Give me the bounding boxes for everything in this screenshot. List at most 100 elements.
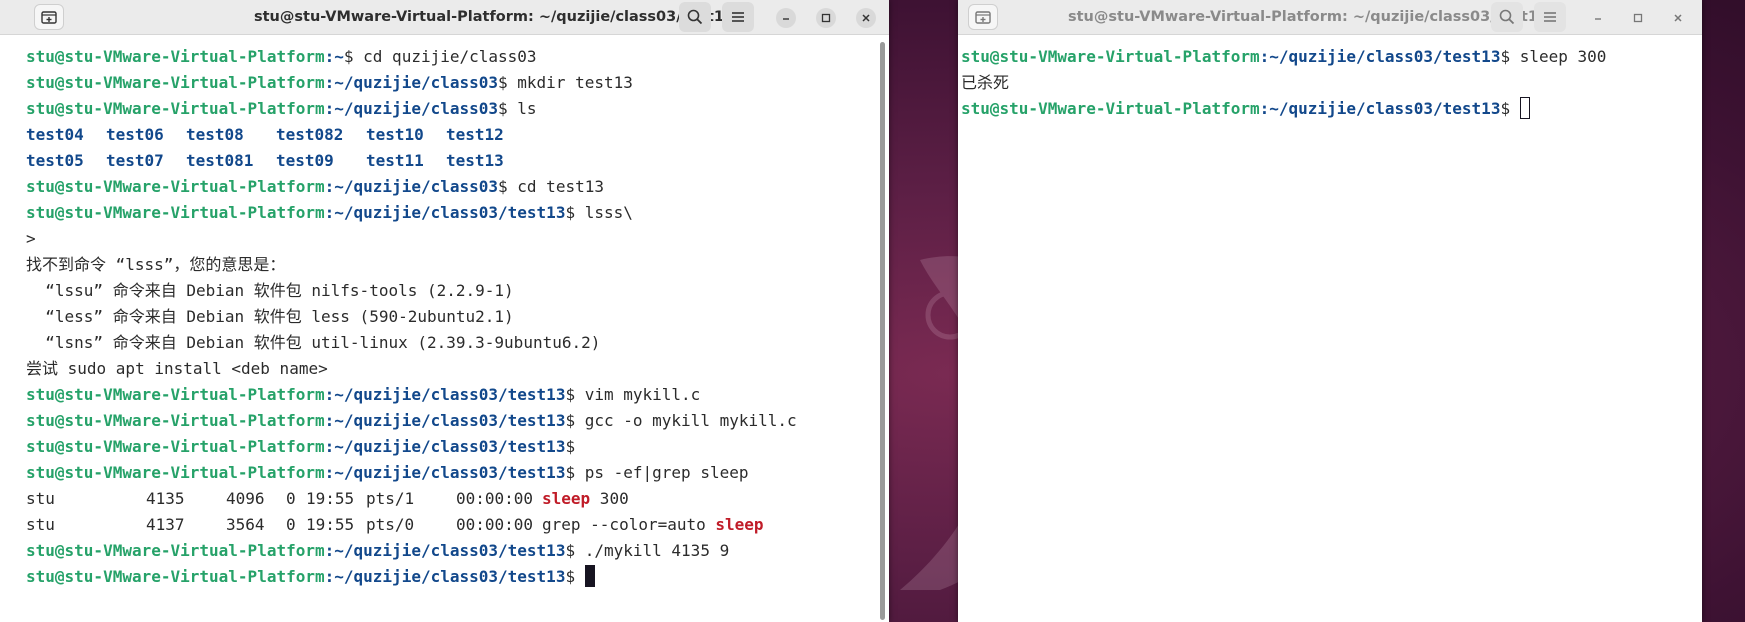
ps-pid: 4137 — [146, 515, 185, 534]
output-text: 已杀死 — [961, 73, 1010, 92]
command-text: $ sleep 300 — [1500, 47, 1607, 66]
close-button[interactable] — [856, 8, 876, 28]
prompt-path: :~/quzijie/class03/test13 — [324, 411, 566, 430]
command-text: $ cd quzijie/class03 — [343, 47, 537, 66]
ps-pid: 4135 — [146, 489, 185, 508]
minimize-button[interactable] — [1588, 8, 1608, 28]
directory-entry: test10 — [366, 125, 424, 144]
terminal-line: stu@stu-VMware-Virtual-Platform:~/quziji… — [26, 460, 889, 486]
prompt-user: stu@stu-VMware-Virtual-Platform — [961, 47, 1260, 66]
prompt-user: stu@stu-VMware-Virtual-Platform — [26, 99, 325, 118]
ps-time: 00:00:00 — [456, 515, 534, 534]
prompt-path: :~/quzijie/class03/test13 — [324, 567, 566, 586]
command-text: $ vim mykill.c — [565, 385, 701, 404]
prompt-user: stu@stu-VMware-Virtual-Platform — [26, 463, 325, 482]
maximize-button[interactable] — [1628, 8, 1648, 28]
window-title: stu@stu-VMware-Virtual-Platform: ~/quzij… — [1068, 9, 1549, 25]
output-text: “lssu” 命令来自 Debian 软件包 nilfs-tools (2.2.… — [26, 281, 514, 300]
directory-entry: test04 — [26, 125, 84, 144]
terminal-line: stu@stu-VMware-Virtual-Platform:~/quziji… — [26, 70, 889, 96]
command-text: $ lsss\ — [565, 203, 633, 222]
prompt-path: :~/quzijie/class03/test13 — [324, 385, 566, 404]
ls-output-row: test04 test06 test08 test082 test10 test… — [26, 122, 889, 148]
search-button[interactable] — [1491, 2, 1523, 32]
prompt-path: :~/quzijie/class03/test13 — [1259, 47, 1501, 66]
terminal-output[interactable]: stu@stu-VMware-Virtual-Platform:~$ cd qu… — [0, 36, 889, 622]
terminal-line: stu@stu-VMware-Virtual-Platform:~/quziji… — [26, 434, 889, 460]
ps-cmd-prefix: grep --color=auto — [542, 515, 716, 534]
output-text: “less” 命令来自 Debian 软件包 less (590-2ubuntu… — [26, 307, 514, 326]
ps-cpu: 0 — [286, 515, 296, 534]
ps-user: stu — [26, 515, 55, 534]
terminal-line: stu@stu-VMware-Virtual-Platform:~/quziji… — [26, 96, 889, 122]
search-icon — [1499, 9, 1515, 25]
terminal-output[interactable]: stu@stu-VMware-Virtual-Platform:~/quziji… — [958, 36, 1702, 622]
close-button[interactable] — [1668, 8, 1688, 28]
ps-ppid: 4096 — [226, 489, 265, 508]
ps-user: stu — [26, 489, 55, 508]
close-icon — [1674, 14, 1682, 22]
hamburger-menu-icon — [732, 12, 744, 22]
prompt-user: stu@stu-VMware-Virtual-Platform — [26, 177, 325, 196]
terminal-line: stu@stu-VMware-Virtual-Platform:~/quziji… — [26, 200, 889, 226]
terminal-line: stu@stu-VMware-Virtual-Platform:~/quziji… — [961, 44, 1702, 70]
terminal-line: stu@stu-VMware-Virtual-Platform:~/quziji… — [26, 538, 889, 564]
directory-entry: test07 — [106, 151, 164, 170]
ps-cmd-suffix: 300 — [590, 489, 629, 508]
command-text: $ gcc -o mykill mykill.c — [565, 411, 797, 430]
prompt-user: stu@stu-VMware-Virtual-Platform — [26, 437, 325, 456]
menu-button[interactable] — [722, 2, 754, 32]
titlebar[interactable]: stu@stu-VMware-Virtual-Platform: ~/quzij… — [958, 0, 1702, 35]
command-text: $ — [565, 567, 585, 586]
command-text: $ ls — [498, 99, 537, 118]
directory-entry: test11 — [366, 151, 424, 170]
text-cursor — [1519, 97, 1530, 119]
scrollbar[interactable] — [880, 42, 885, 620]
output-text: 找不到命令 “lsss”，您的意思是： — [26, 255, 286, 274]
ps-output-row: stu 4137 3564 0 19:55 pts/0 00:00:00 gre… — [26, 512, 889, 538]
ps-tty: pts/1 — [366, 489, 415, 508]
prompt-user: stu@stu-VMware-Virtual-Platform — [961, 99, 1260, 118]
minimize-icon — [1595, 18, 1601, 20]
ps-cmd-highlight: sleep — [542, 489, 591, 508]
ps-time: 00:00:00 — [456, 489, 534, 508]
terminal-window-right[interactable]: stu@stu-VMware-Virtual-Platform: ~/quzij… — [958, 0, 1702, 622]
maximize-icon — [821, 13, 831, 23]
continuation-prompt: > — [26, 229, 36, 248]
prompt-user: stu@stu-VMware-Virtual-Platform — [26, 203, 325, 222]
directory-entry: test13 — [446, 151, 504, 170]
prompt-user: stu@stu-VMware-Virtual-Platform — [26, 47, 325, 66]
maximize-icon — [1633, 13, 1643, 23]
maximize-button[interactable] — [816, 8, 836, 28]
terminal-line: stu@stu-VMware-Virtual-Platform:~/quziji… — [26, 174, 889, 200]
directory-entry: test081 — [186, 151, 254, 170]
prompt-path: :~ — [324, 47, 344, 66]
prompt-user: stu@stu-VMware-Virtual-Platform — [26, 385, 325, 404]
terminal-window-left[interactable]: stu@stu-VMware-Virtual-Platform: ~/quzij… — [0, 0, 889, 622]
command-text: $ mkdir test13 — [498, 73, 633, 92]
window-title: stu@stu-VMware-Virtual-Platform: ~/quzij… — [254, 9, 735, 25]
command-text: $ — [1500, 99, 1520, 118]
titlebar[interactable]: stu@stu-VMware-Virtual-Platform: ~/quzij… — [0, 0, 889, 35]
new-tab-button[interactable] — [968, 4, 998, 30]
directory-entry: test082 — [276, 125, 344, 144]
ps-cmd-highlight: sleep — [715, 515, 764, 534]
terminal-line: stu@stu-VMware-Virtual-Platform:~/quziji… — [26, 382, 889, 408]
directory-entry: test09 — [276, 151, 334, 170]
ps-stime: 19:55 — [306, 515, 355, 534]
minimize-button[interactable] — [776, 8, 796, 28]
command-text: $ ps -ef|grep sleep — [565, 463, 749, 482]
hamburger-menu-icon — [1544, 12, 1556, 22]
directory-entry: test06 — [106, 125, 164, 144]
prompt-path: :~/quzijie/class03/test13 — [1259, 99, 1501, 118]
menu-button[interactable] — [1534, 2, 1566, 32]
new-tab-button[interactable] — [34, 4, 64, 30]
command-text: $ ./mykill 4135 9 — [565, 541, 730, 560]
prompt-path: :~/quzijie/class03 — [324, 177, 499, 196]
text-cursor — [584, 565, 595, 587]
prompt-user: stu@stu-VMware-Virtual-Platform — [26, 567, 325, 586]
ps-ppid: 3564 — [226, 515, 265, 534]
search-button[interactable] — [679, 2, 711, 32]
output-text: 尝试 sudo apt install <deb name> — [26, 359, 328, 378]
directory-entry: test05 — [26, 151, 84, 170]
